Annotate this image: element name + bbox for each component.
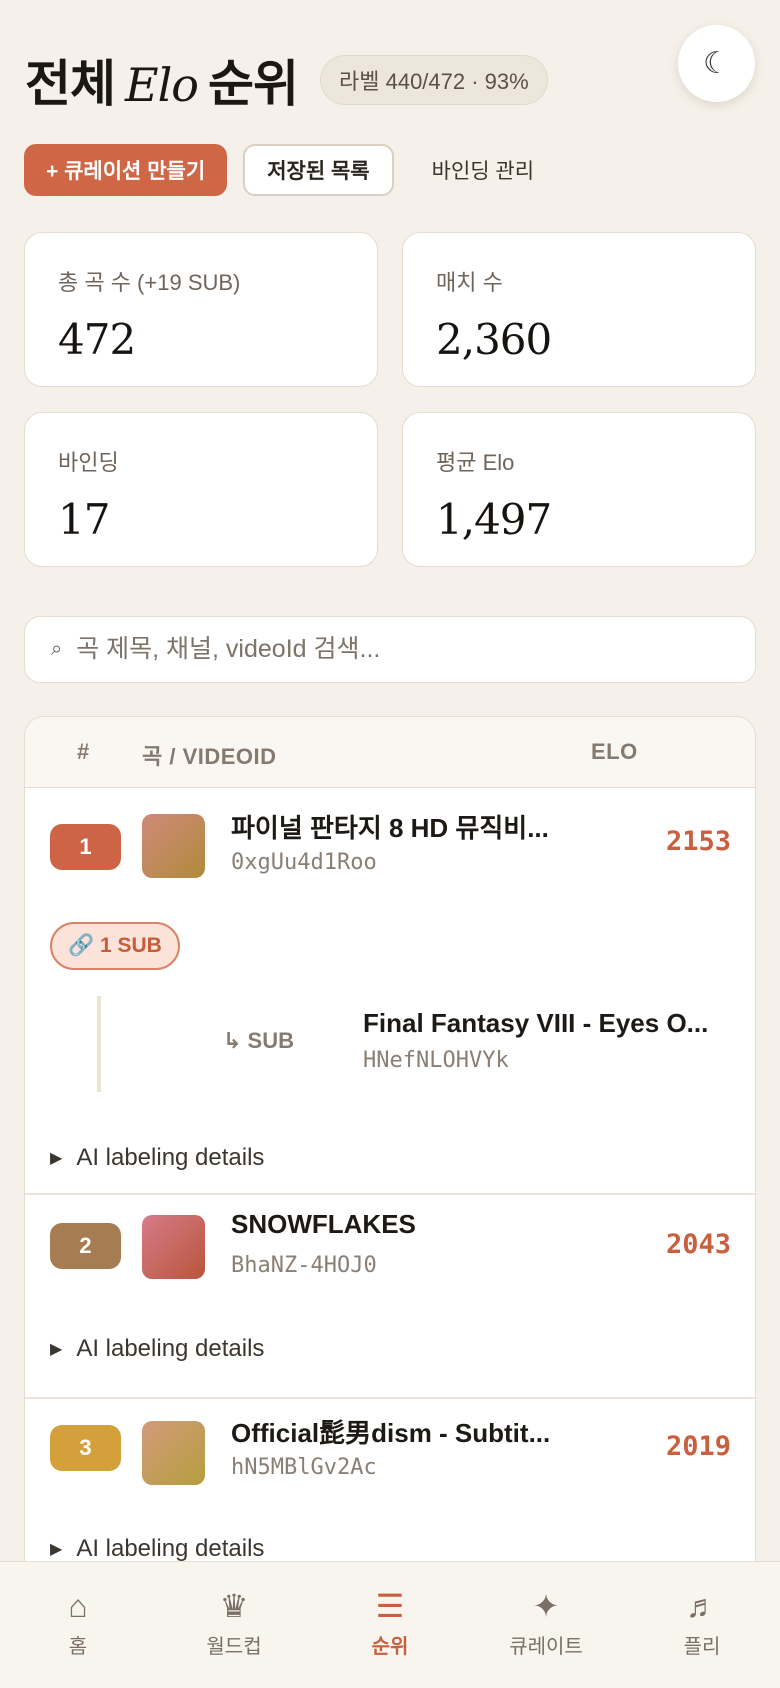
stat-label: 총 곡 수 (+19 SUB)	[58, 270, 241, 295]
elo-score: 2019	[665, 1431, 731, 1462]
label-progress-badge: 라벨 440/472 · 93%	[320, 55, 548, 105]
action-bar: + 큐레이션 만들기 저장된 목록 바인딩 관리	[24, 144, 554, 196]
song-thumbnail	[142, 814, 205, 878]
column-header-song[interactable]: 곡 / VIDEOID	[142, 739, 277, 771]
ranking-page: 전체 Elo 순위 라벨 440/472 · 93% ☾ + 큐레이션 만들기 …	[0, 0, 780, 1688]
stat-card-bindings: 바인딩 17	[24, 412, 378, 567]
stat-value: 1,497	[436, 495, 552, 544]
sparkle-icon: ✦	[532, 1588, 560, 1624]
stat-card-average-elo: 평균 Elo 1,497	[402, 412, 756, 567]
details-label: AI labeling details	[76, 1535, 265, 1562]
video-id: BhaNZ-4HOJ0	[231, 1253, 377, 1278]
song-title[interactable]: Official髭男dism - Subtit...	[231, 1413, 550, 1450]
create-curation-button[interactable]: + 큐레이션 만들기	[24, 144, 228, 196]
sub-count-badge[interactable]: 🔗 1 SUB	[50, 922, 180, 970]
title-elo: Elo	[125, 58, 199, 112]
binding-manage-button[interactable]: 바인딩 관리	[412, 144, 554, 196]
rank-badge: 3	[50, 1425, 121, 1471]
rank-badge: 1	[50, 824, 121, 870]
sub-tag: ↳ SUB	[223, 1028, 294, 1053]
list-icon: ☰	[375, 1588, 405, 1624]
stat-card-matches: 매치 수 2,360	[402, 232, 756, 387]
nav-item-home[interactable]: ⌂ 홈	[0, 1562, 156, 1688]
details-label: AI labeling details	[76, 1335, 265, 1362]
search-input[interactable]	[76, 635, 717, 664]
video-id: 0xgUu4d1Roo	[231, 850, 377, 875]
disclosure-triangle-icon: ▶	[50, 1341, 63, 1358]
stat-label: 매치 수	[436, 270, 503, 295]
nav-item-ranking[interactable]: ☰ 순위	[312, 1562, 468, 1688]
page-title: 전체 Elo 순위	[25, 44, 299, 116]
nav-label: 순위	[371, 1636, 409, 1658]
song-title[interactable]: 파이널 판타지 8 HD 뮤직비...	[231, 808, 549, 845]
title-suffix: 순위	[208, 56, 299, 112]
ranking-table: # 곡 / VIDEOID ELO 1 파이널 판타지 8 HD 뮤직비... …	[24, 716, 756, 1688]
ai-labeling-details-toggle[interactable]: ▶ AI labeling details	[50, 1535, 264, 1563]
elo-score: 2043	[665, 1229, 731, 1260]
elo-score: 2153	[665, 826, 731, 857]
column-header-rank[interactable]: #	[77, 739, 90, 765]
nav-item-playlist[interactable]: ♬ 플리	[624, 1562, 780, 1688]
song-thumbnail	[142, 1215, 205, 1279]
search-icon: ⌕	[51, 638, 63, 660]
rank-badge: 2	[50, 1223, 121, 1269]
title-prefix: 전체	[25, 56, 116, 112]
nav-label: 홈	[68, 1636, 88, 1658]
moon-icon: ☾	[703, 47, 730, 80]
details-label: AI labeling details	[76, 1144, 265, 1171]
theme-toggle-button[interactable]: ☾	[678, 25, 755, 102]
disclosure-triangle-icon: ▶	[50, 1150, 63, 1167]
sub-song-title[interactable]: Final Fantasy VIII - Eyes O...	[363, 1008, 708, 1039]
music-note-icon: ♬	[686, 1588, 718, 1624]
page-header: 전체 Elo 순위 라벨 440/472 · 93%	[25, 44, 548, 116]
nav-label: 플리	[683, 1636, 721, 1658]
stat-value: 17	[58, 495, 110, 544]
stat-label: 평균 Elo	[436, 450, 515, 475]
column-header-elo[interactable]: ELO	[591, 739, 638, 765]
song-thumbnail	[142, 1421, 205, 1485]
crown-icon: ♛	[219, 1588, 249, 1624]
sub-video-id: HNefNLOHVYk	[363, 1048, 509, 1073]
ai-labeling-details-toggle[interactable]: ▶ AI labeling details	[50, 1335, 264, 1363]
nav-item-worldcup[interactable]: ♛ 월드컵	[156, 1562, 312, 1688]
home-icon: ⌂	[68, 1588, 88, 1624]
table-row[interactable]: 2 SNOWFLAKES BhaNZ-4HOJ0 2043 ▶ AI label…	[25, 1195, 755, 1399]
nav-item-curate[interactable]: ✦ 큐레이트	[468, 1562, 624, 1688]
song-title[interactable]: SNOWFLAKES	[231, 1209, 416, 1240]
ai-labeling-details-toggle[interactable]: ▶ AI labeling details	[50, 1144, 264, 1172]
nav-label: 월드컵	[206, 1636, 262, 1658]
sub-connector-line	[97, 996, 101, 1092]
disclosure-triangle-icon: ▶	[50, 1541, 63, 1558]
search-bar: ⌕	[24, 616, 756, 683]
stat-value: 2,360	[436, 315, 552, 364]
saved-list-button[interactable]: 저장된 목록	[243, 144, 394, 196]
stat-value: 472	[58, 315, 136, 364]
video-id: hN5MBlGv2Ac	[231, 1455, 377, 1480]
table-header: # 곡 / VIDEOID ELO	[25, 717, 755, 788]
bottom-navigation: ⌂ 홈 ♛ 월드컵 ☰ 순위 ✦ 큐레이트 ♬ 플리	[0, 1561, 780, 1688]
nav-label: 큐레이트	[509, 1636, 583, 1658]
stat-label: 바인딩	[58, 450, 119, 475]
stat-card-total-songs: 총 곡 수 (+19 SUB) 472	[24, 232, 378, 387]
table-row[interactable]: 1 파이널 판타지 8 HD 뮤직비... 0xgUu4d1Roo 2153 🔗…	[25, 788, 755, 1195]
